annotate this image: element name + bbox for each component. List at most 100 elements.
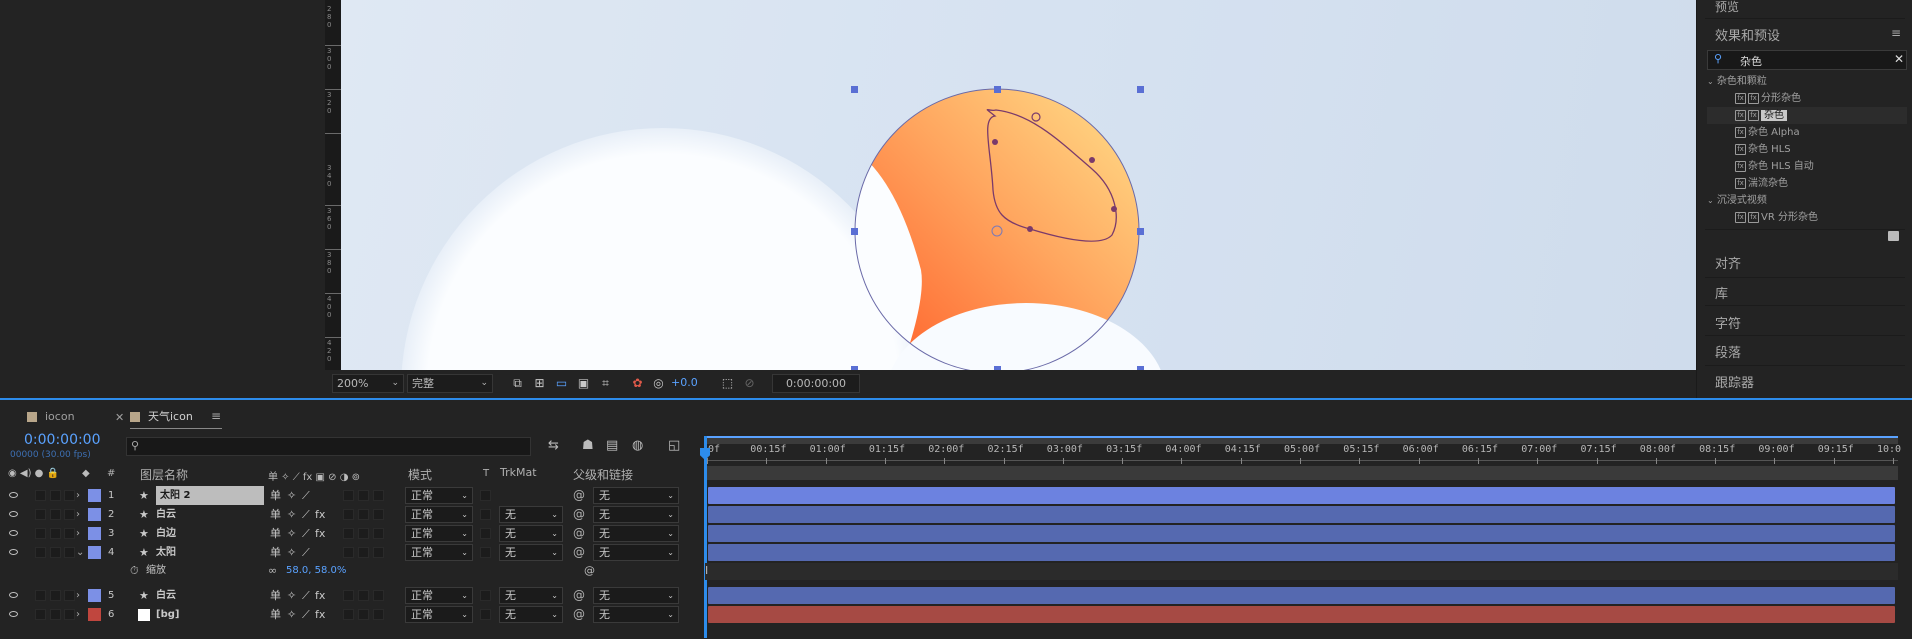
panel-menu-icon[interactable]: ≡ (1891, 26, 1901, 40)
mode-dropdown[interactable]: 正常 ⌄ (405, 487, 473, 504)
panel-tracker[interactable]: 跟踪器 (1715, 372, 1754, 391)
timeline-timecode[interactable]: 0:00:00:00 (24, 432, 101, 448)
mode-dropdown[interactable]: 正常 ⌄ (405, 587, 473, 604)
parent-dropdown[interactable]: 无 ⌄ (593, 506, 679, 523)
show-snapshot-icon[interactable]: ⊘ (741, 375, 758, 391)
audio-toggle[interactable] (35, 547, 46, 558)
mask-vertex[interactable] (1027, 226, 1033, 232)
tab-iocon[interactable]: iocon (27, 406, 75, 428)
parent-dropdown[interactable]: 无 ⌄ (593, 487, 679, 504)
layer-duration-bar[interactable] (708, 525, 1895, 542)
mode-dropdown[interactable]: 正常 ⌄ (405, 606, 473, 623)
motion-blur-toggle[interactable] (343, 590, 354, 601)
shy-switch-icon[interactable]: 单 (270, 543, 281, 562)
mask-visibility-icon[interactable]: ▭ (553, 375, 570, 391)
lock-toggle[interactable] (64, 528, 75, 539)
guides-icon[interactable]: ▣ (575, 375, 592, 391)
transparency-grid-icon[interactable]: ⊞ (531, 375, 548, 391)
viewer-timecode[interactable]: 0:00:00:00 (772, 374, 860, 393)
transform-handle[interactable] (851, 86, 858, 93)
panel-menu-icon[interactable]: ≡ (211, 409, 221, 423)
tree-item[interactable]: fx fx 分形杂色 (1707, 90, 1907, 107)
channel-icon[interactable]: ✿ (629, 375, 646, 391)
frame-blending-icon[interactable]: ▤ (606, 438, 618, 453)
trkmat-dropdown[interactable]: 无 ⌄ (499, 587, 563, 604)
tree-category[interactable]: ⌄ 沉浸式视频 (1707, 192, 1907, 209)
parent-dropdown[interactable]: 无 ⌄ (593, 544, 679, 561)
transform-handle[interactable] (1137, 228, 1144, 235)
color-management-icon[interactable]: ◎ (650, 375, 667, 391)
lock-toggle[interactable] (64, 609, 75, 620)
chevron-right-icon[interactable]: › (76, 486, 80, 505)
layer-duration-bar[interactable] (708, 606, 1895, 623)
mode-dropdown[interactable]: 正常 ⌄ (405, 544, 473, 561)
comp-mini-flowchart-icon[interactable]: ⇆ (548, 438, 559, 453)
layer-duration-bar[interactable] (708, 487, 1895, 504)
label-color-icon[interactable] (88, 589, 101, 602)
collapse-switch-icon[interactable]: ✧ (287, 543, 296, 562)
shy-switch-icon[interactable]: 单 (270, 586, 281, 605)
region-of-interest-icon[interactable]: ⧉ (509, 375, 526, 391)
trkmat-dropdown[interactable]: 无 ⌄ (499, 525, 563, 542)
motion-blur-toggle[interactable] (343, 547, 354, 558)
pickwhip-icon[interactable]: @ (573, 486, 585, 505)
eye-icon[interactable] (9, 530, 18, 536)
solo-toggle[interactable] (50, 547, 61, 558)
adjustment-toggle[interactable] (358, 590, 369, 601)
shy-switch-icon[interactable]: 单 (270, 505, 281, 524)
layer-row[interactable]: › 6 [bg] 单 ✧ ⟋ fx 正常 ⌄ 无 ⌄ @ 无 ⌄ (0, 605, 705, 624)
mask-vertex[interactable] (1089, 157, 1095, 163)
eye-icon[interactable] (9, 492, 18, 498)
audio-toggle[interactable] (35, 509, 46, 520)
motion-blur-icon[interactable]: ◍ (632, 438, 643, 453)
mode-header[interactable]: 模式 (408, 466, 432, 483)
eye-icon[interactable] (9, 611, 18, 617)
3d-toggle[interactable] (373, 590, 384, 601)
close-tab-icon[interactable]: ✕ (115, 411, 124, 424)
mask-vertex[interactable] (1111, 206, 1117, 212)
quality-switch-icon[interactable]: ⟋ (302, 586, 310, 605)
layer-row[interactable]: › 3 ★ 白边 单 ✧ ⟋ fx 正常 ⌄ 无 ⌄ @ 无 ⌄ (0, 524, 705, 543)
quality-switch-icon[interactable]: ⟋ (302, 486, 310, 505)
parent-header[interactable]: 父级和链接 (573, 466, 633, 483)
pickwhip-icon[interactable]: @ (573, 586, 585, 605)
label-color-icon[interactable] (88, 489, 101, 502)
motion-blur-toggle[interactable] (343, 528, 354, 539)
tree-item[interactable]: fx 杂色 HLS (1707, 141, 1907, 158)
exposure-value[interactable]: +0.0 (671, 376, 698, 389)
layer-duration-bar[interactable] (708, 506, 1895, 523)
solo-toggle[interactable] (50, 590, 61, 601)
scale-value[interactable]: 58.0, 58.0% (286, 561, 346, 580)
3d-toggle[interactable] (373, 509, 384, 520)
chevron-right-icon[interactable]: › (76, 524, 80, 543)
label-color-icon[interactable] (88, 546, 101, 559)
3d-toggle[interactable] (373, 547, 384, 558)
solo-toggle[interactable] (50, 509, 61, 520)
pickwhip-icon[interactable]: @ (573, 505, 585, 524)
chevron-right-icon[interactable]: › (76, 586, 80, 605)
scale-property-row[interactable]: ⏱ 缩放 ∞ 58.0, 58.0% @ (0, 561, 705, 580)
shy-layers-icon[interactable]: ☗ (582, 438, 594, 453)
ruler-scrollbar[interactable] (705, 466, 1898, 480)
layer-name[interactable]: 白云 (156, 505, 176, 524)
pickwhip-icon[interactable]: @ (573, 524, 585, 543)
eye-icon[interactable] (9, 511, 18, 517)
stopwatch-icon[interactable]: ⏱ (130, 561, 139, 580)
tree-item-selected[interactable]: fx fx 杂色 (1707, 107, 1907, 124)
3d-toggle[interactable] (373, 609, 384, 620)
shy-switch-icon[interactable]: 单 (270, 524, 281, 543)
timeline-search-input[interactable]: ⚲ (126, 437, 531, 456)
preserve-transparency-toggle[interactable] (480, 490, 491, 501)
trkmat-dropdown[interactable]: 无 ⌄ (499, 544, 563, 561)
motion-blur-toggle[interactable] (343, 609, 354, 620)
motion-blur-toggle[interactable] (343, 490, 354, 501)
preserve-transparency-toggle[interactable] (480, 547, 491, 558)
quality-switch-icon[interactable]: ⟋ (302, 524, 310, 543)
tree-item[interactable]: fx 杂色 Alpha (1707, 124, 1907, 141)
zoom-dropdown[interactable]: 200% ⌄ (332, 374, 404, 393)
lock-toggle[interactable] (64, 547, 75, 558)
time-ruler[interactable]: 0f 00:15f 01:00f 01:15f 02:00f 02:15f 03:00f 03… (705, 444, 1901, 468)
lock-toggle[interactable] (64, 590, 75, 601)
panel-libraries[interactable]: 库 (1715, 283, 1728, 302)
layer-name[interactable]: 太阳 (156, 543, 176, 562)
